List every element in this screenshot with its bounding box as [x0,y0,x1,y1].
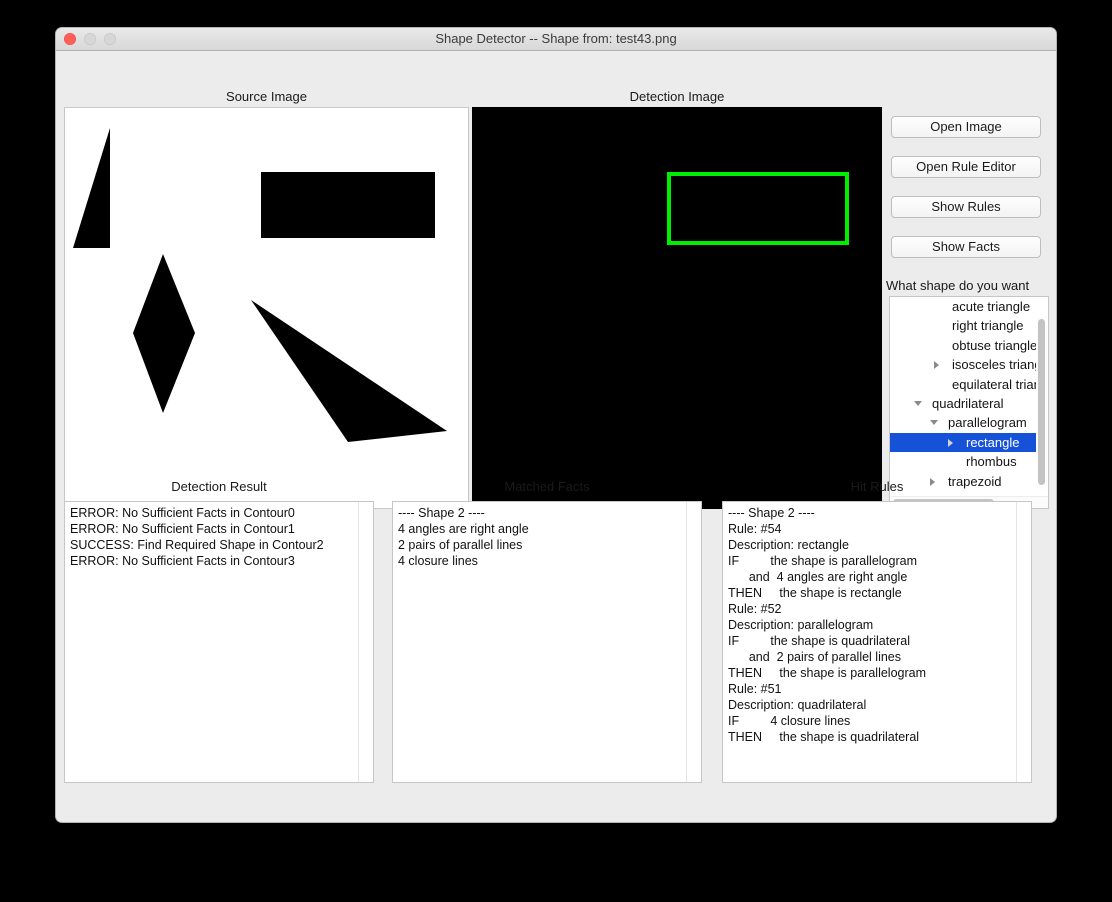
tree-item-obtuse-triangle[interactable]: obtuse triangle [890,336,1042,355]
tree-item-label: rhombus [966,454,1017,470]
matched-facts-line: 4 angles are right angle [398,522,529,536]
top-section: Source Image Detection Image Open Image … [56,51,1056,509]
tree-item-label: quadrilateral [932,395,1004,411]
shape-rectangle [261,172,435,238]
tree-item-label: rectangle [966,434,1020,450]
chevron-down-icon[interactable] [914,400,922,410]
hit-rules-label: Hit Rules [850,479,904,494]
tree-item-quadrilateral[interactable]: quadrilateral [890,394,1042,413]
hit-rules-line: ---- Shape 2 ---- [728,506,815,520]
detection-image-canvas[interactable] [472,107,882,509]
detection-shapes-svg [667,172,849,245]
window-title: Shape Detector -- Shape from: test43.png [435,31,677,46]
tree-item-label: right triangle [952,318,1024,334]
hit-rules-line: IF the shape is parallelogram [728,554,917,568]
hit-rules-line: and 4 angles are right angle [728,570,908,584]
detection-result-text: ERROR: No Sufficient Facts in Contour0 ER… [70,505,357,569]
hit-rules-scrollbar[interactable] [1016,502,1031,782]
hit-rules-line: Rule: #52 [728,602,782,616]
shape-right-triangle [73,128,110,248]
shape-obtuse-triangle [251,300,447,442]
detection-result-panel[interactable]: ERROR: No Sufficient Facts in Contour0 ER… [64,501,374,783]
matched-facts-line: ---- Shape 2 ---- [398,506,485,520]
detected-rectangle-outline [667,172,849,245]
detection-result-line: SUCCESS: Find Required Shape in Contour2 [70,538,324,552]
application-window: Shape Detector -- Shape from: test43.png… [56,28,1056,822]
hit-rules-line: and 2 pairs of parallel lines [728,650,902,664]
tree-item-right-triangle[interactable]: right triangle [890,316,1042,335]
show-rules-button[interactable]: Show Rules [891,196,1041,218]
hit-rules-line: Rule: #54 [728,522,782,536]
hit-rules-line: Description: rectangle [728,538,849,552]
detection-image-label: Detection Image [629,89,725,104]
shape-tree-label: What shape do you want [886,278,1030,293]
detection-result-line: ERROR: No Sufficient Facts in Contour0 [70,506,295,520]
tree-item-label: isosceles triangle [952,357,1042,373]
open-rule-editor-button[interactable]: Open Rule Editor [891,156,1041,178]
hit-rules-line: IF the shape is quadrilateral [728,634,911,648]
tree-item-acute-triangle[interactable]: acute triangle [890,297,1042,316]
tree-item-label: acute triangle [952,299,1031,314]
chevron-right-icon[interactable] [934,361,939,370]
matched-facts-panel[interactable]: ---- Shape 2 ---- 4 angles are right angl… [392,501,702,783]
detection-result-line: ERROR: No Sufficient Facts in Contour1 [70,522,295,536]
source-image-label: Source Image [226,89,307,104]
tree-item-equilateral-triangle[interactable]: equilateral triangle [890,375,1042,394]
tree-vertical-scrollbar[interactable] [1036,317,1047,489]
hit-rules-line: Rule: #51 [728,682,782,696]
tree-item-label: equilateral triangle [952,376,1042,392]
shape-rhombus [133,254,195,413]
matched-facts-text: ---- Shape 2 ---- 4 angles are right angl… [398,505,685,569]
shape-tree-rows: acute triangle right triangle obtuse trian… [890,297,1042,491]
hit-rules-line: THEN the shape is rectangle [728,586,902,600]
tree-item-isosceles-triangle[interactable]: isosceles triangle [890,355,1042,374]
show-facts-button[interactable]: Show Facts [891,236,1041,258]
hit-rules-line: THEN the shape is quadrilateral [728,730,920,744]
matched-facts-scrollbar[interactable] [686,502,701,782]
source-image-canvas[interactable] [64,107,469,509]
tree-item-rectangle[interactable]: rectangle [890,432,1042,453]
hit-rules-panel[interactable]: ---- Shape 2 ---- Rule: #54 Description: r… [722,501,1032,783]
hit-rules-line: Description: parallelogram [728,618,874,632]
window-titlebar: Shape Detector -- Shape from: test43.png [56,28,1056,51]
hit-rules-line: IF 4 closure lines [728,714,851,728]
chevron-down-icon[interactable] [930,420,938,429]
source-shapes-svg [73,128,447,442]
hit-rules-line: Description: quadrilateral [728,698,867,712]
detection-result-scrollbar[interactable] [358,502,373,782]
open-image-button[interactable]: Open Image [891,116,1041,138]
matched-facts-line: 4 closure lines [398,554,478,568]
tree-item-label: parallelogram [948,415,1027,431]
tree-item-label: obtuse triangle [952,337,1038,353]
hit-rules-text: ---- Shape 2 ---- Rule: #54 Description: r… [728,505,1015,745]
tree-item-rhombus[interactable]: rhombus [890,452,1042,471]
matched-facts-label: Matched Facts [504,479,590,494]
detection-result-line: ERROR: No Sufficient Facts in Contour3 [70,554,295,568]
detection-result-label: Detection Result [171,479,267,494]
bottom-section: Detection Result ERROR: No Sufficient Fa… [56,471,1056,801]
chevron-right-icon[interactable] [948,438,953,447]
matched-facts-line: 2 pairs of parallel lines [398,538,523,552]
tree-item-parallelogram[interactable]: parallelogram [890,413,1042,432]
tree-vertical-scroll-thumb[interactable] [1038,319,1045,485]
hit-rules-line: THEN the shape is parallelogram [728,666,927,680]
